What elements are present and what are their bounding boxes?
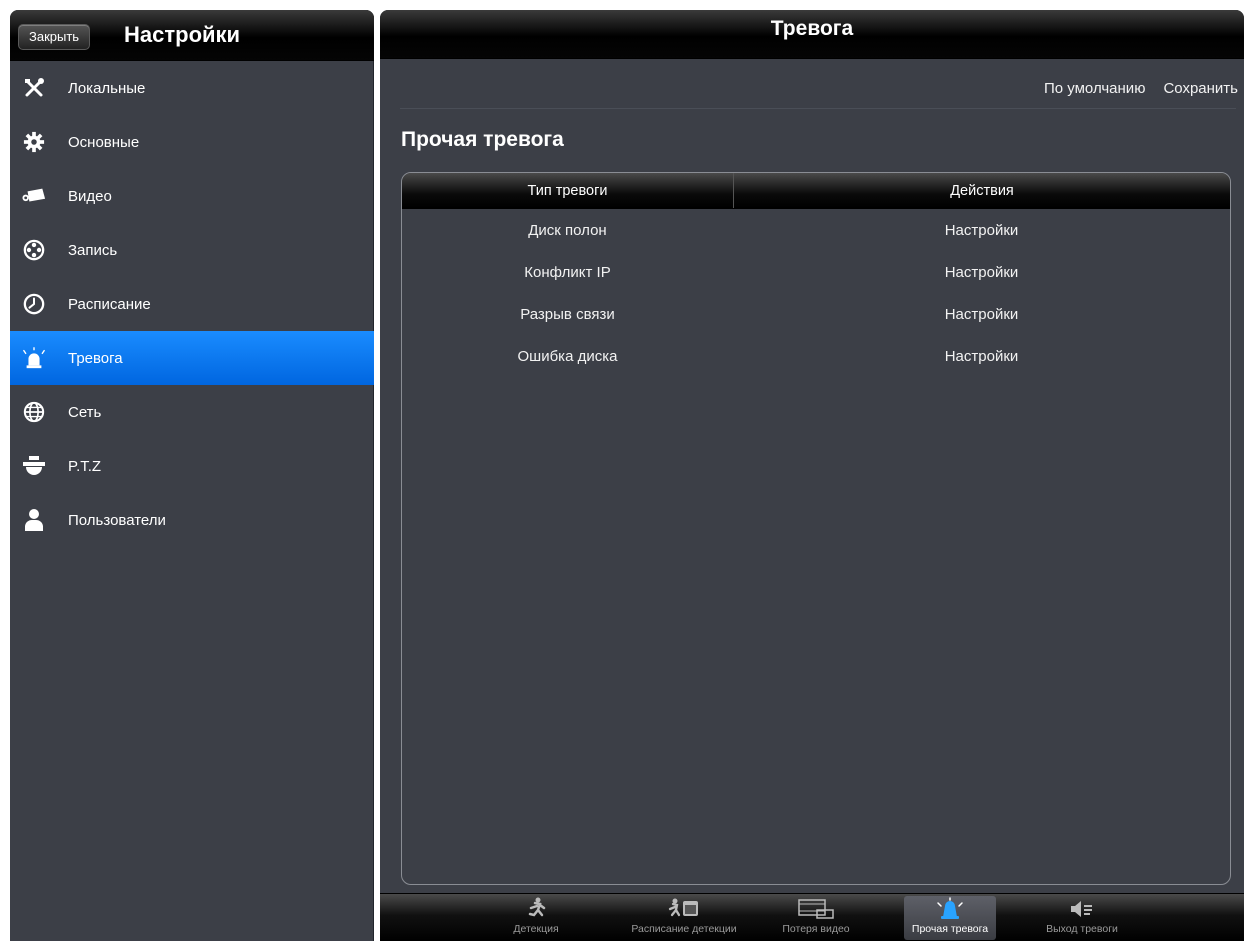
dome-camera-icon xyxy=(22,454,46,478)
alarm-header: Тревога xyxy=(380,10,1244,59)
section-title: Прочая тревога xyxy=(401,128,564,151)
sidebar-item-label: Основные xyxy=(68,133,140,151)
settings-sidebar: Закрыть Настройки Локальные Основные Вид… xyxy=(10,10,374,941)
alarm-type-cell: Диск полон xyxy=(528,221,607,239)
alarm-bell-icon xyxy=(935,896,965,922)
settings-menu: Локальные Основные Видео Запись Расписан… xyxy=(10,61,374,547)
settings-link[interactable]: Настройки xyxy=(733,348,1230,365)
camera-icon xyxy=(22,184,46,208)
sidebar-item-label: Тревога xyxy=(68,349,123,367)
sidebar-item-label: P.T.Z xyxy=(68,457,102,475)
alarm-type-cell: Конфликт IP xyxy=(524,263,611,281)
tab-label: Детекция xyxy=(513,923,559,935)
settings-header: Закрыть Настройки xyxy=(10,10,374,61)
film-reel-icon xyxy=(22,238,46,262)
sidebar-item-general[interactable]: Основные xyxy=(10,115,374,169)
sidebar-item-label: Расписание xyxy=(68,295,151,313)
sidebar-item-alarm[interactable]: Тревога xyxy=(10,331,374,385)
table-row: Разрыв связи Настройки xyxy=(402,293,1230,335)
sidebar-item-schedule[interactable]: Расписание xyxy=(10,277,374,331)
alarm-tab-bar: Детекция Расписание детекции Потеря виде… xyxy=(380,893,1244,941)
alarm-icon xyxy=(22,346,46,370)
table-row: Конфликт IP Настройки xyxy=(402,251,1230,293)
table-row: Диск полон Настройки xyxy=(402,209,1230,251)
alarm-type-cell: Ошибка диска xyxy=(517,347,618,365)
film-strip-icon xyxy=(797,896,835,922)
toolbar-divider xyxy=(400,108,1236,109)
alarm-table: Тип тревоги Действия Диск полон Настройк… xyxy=(401,172,1231,885)
close-button[interactable]: Закрыть xyxy=(18,24,91,50)
sidebar-item-label: Видео xyxy=(68,187,112,205)
settings-link[interactable]: Настройки xyxy=(733,264,1230,281)
tab-label: Расписание детекции xyxy=(631,923,737,935)
sidebar-item-video[interactable]: Видео xyxy=(10,169,374,223)
column-header-actions: Действия xyxy=(950,182,1014,199)
speaker-output-icon xyxy=(1068,896,1096,922)
tab-label: Прочая тревога xyxy=(911,923,989,935)
sidebar-item-network[interactable]: Сеть xyxy=(10,385,374,439)
tab-alarm-output[interactable]: Выход тревоги xyxy=(1036,896,1128,940)
table-header: Тип тревоги Действия xyxy=(402,173,1230,209)
default-button[interactable]: По умолчанию xyxy=(1044,80,1145,97)
tab-video-loss[interactable]: Потеря видео xyxy=(770,896,862,940)
sidebar-item-record[interactable]: Запись xyxy=(10,223,374,277)
sidebar-item-label: Запись xyxy=(68,241,118,259)
sidebar-item-ptz[interactable]: P.T.Z xyxy=(10,439,374,493)
alarm-toolbar: По умолчанию Сохранить xyxy=(1044,80,1238,97)
table-row: Ошибка диска Настройки xyxy=(402,335,1230,377)
column-header-type: Тип тревоги xyxy=(402,173,734,208)
tools-icon xyxy=(22,76,46,100)
schedule-detection-icon xyxy=(666,896,702,922)
tab-label: Потеря видео xyxy=(782,923,850,935)
tab-label: Выход тревоги xyxy=(1046,923,1118,935)
settings-link[interactable]: Настройки xyxy=(733,306,1230,323)
settings-link[interactable]: Настройки xyxy=(733,222,1230,239)
save-button[interactable]: Сохранить xyxy=(1163,80,1238,97)
sidebar-item-label: Сеть xyxy=(68,403,102,421)
settings-title: Настройки xyxy=(124,22,241,47)
user-icon xyxy=(22,508,46,532)
page-title: Тревога xyxy=(770,17,854,40)
tab-other-alarm[interactable]: Прочая тревога xyxy=(904,896,996,940)
sidebar-item-label: Пользователи xyxy=(68,511,166,529)
sidebar-item-label: Локальные xyxy=(68,79,146,97)
tab-detection[interactable]: Детекция xyxy=(490,896,582,940)
alarm-type-cell: Разрыв связи xyxy=(520,305,615,323)
alarm-panel: Тревога По умолчанию Сохранить Прочая тр… xyxy=(380,10,1244,941)
running-man-icon xyxy=(525,896,547,922)
clock-icon xyxy=(22,292,46,316)
globe-icon xyxy=(22,400,46,424)
sidebar-item-users[interactable]: Пользователи xyxy=(10,493,374,547)
sidebar-item-local[interactable]: Локальные xyxy=(10,61,374,115)
gear-icon xyxy=(22,130,46,154)
tab-detection-schedule[interactable]: Расписание детекции xyxy=(625,896,743,940)
